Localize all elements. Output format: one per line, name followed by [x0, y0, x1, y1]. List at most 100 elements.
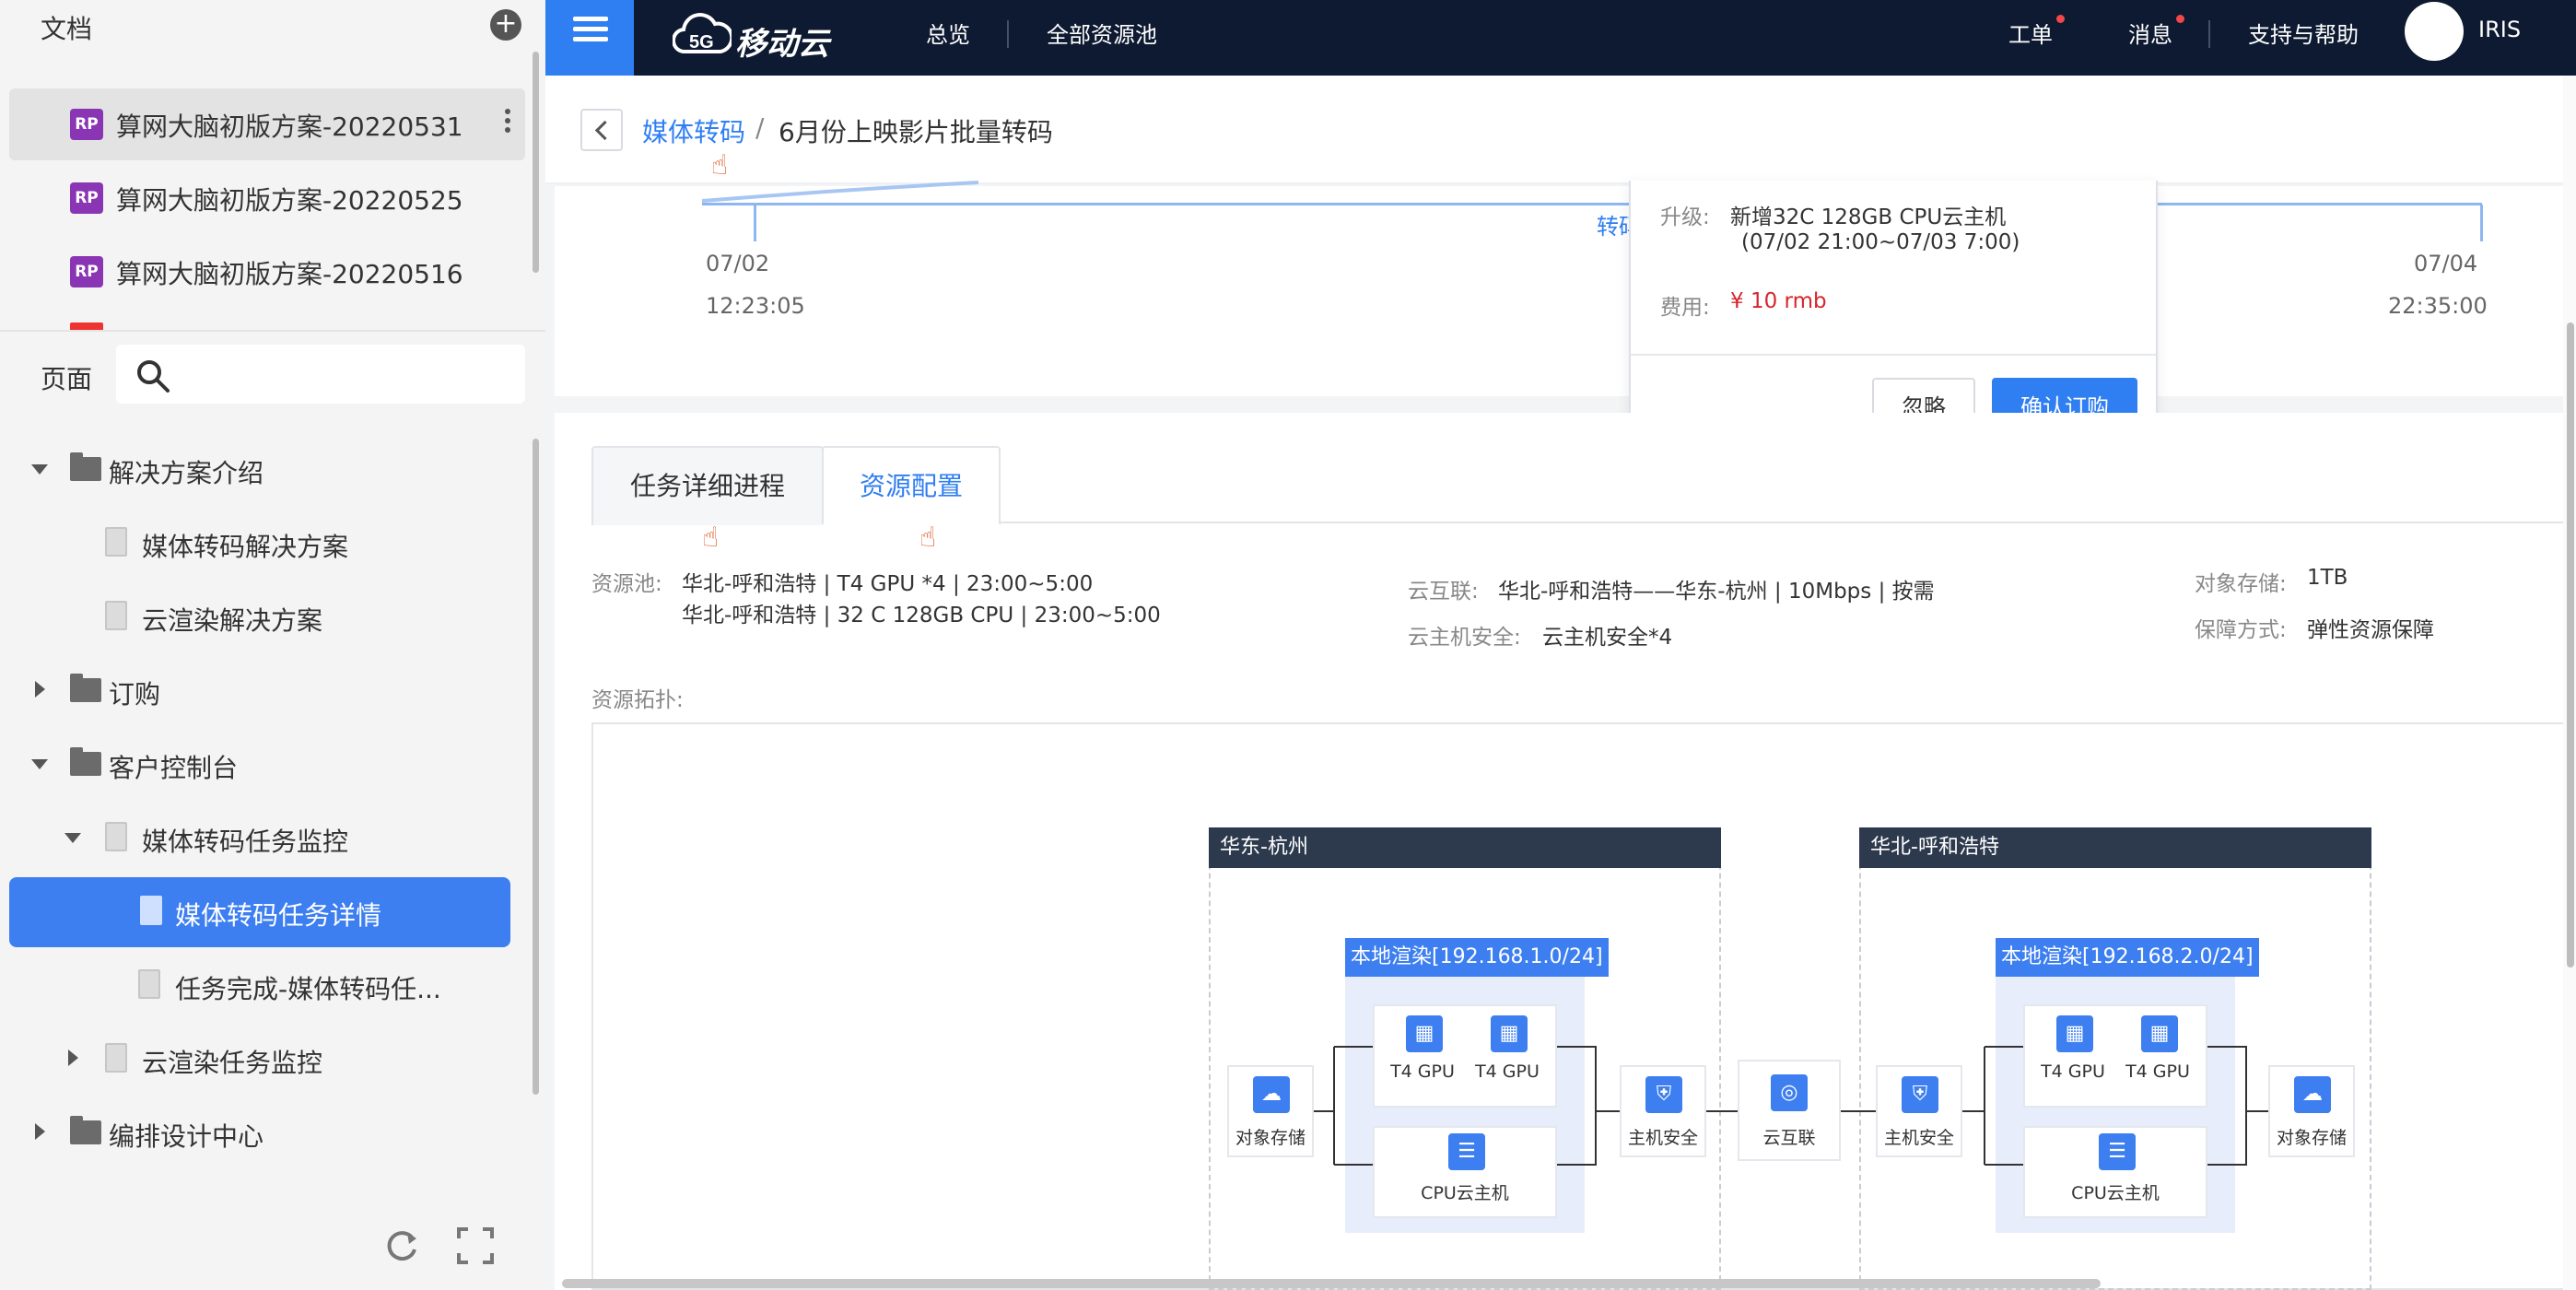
expand-icon[interactable]	[31, 464, 48, 475]
folder-icon	[70, 747, 101, 776]
expand-icon[interactable]	[68, 1050, 78, 1066]
tree-page[interactable]: 媒体转码解决方案	[0, 510, 545, 575]
tree-label: 客户控制台	[109, 753, 239, 783]
tree-page-detail-active[interactable]: 媒体转码任务详情	[9, 877, 510, 947]
doc-label: 算网大脑初版方案-20220516	[116, 259, 463, 289]
tab-task-progress[interactable]: 任务详细进程	[591, 446, 824, 525]
tree-page[interactable]: 云渲染解决方案	[0, 584, 545, 649]
tree-label: 媒体转码任务监控	[142, 827, 349, 857]
nav-divider	[1007, 20, 1009, 48]
add-doc-button[interactable]: +	[490, 9, 521, 41]
docs-scrollbar[interactable]	[533, 52, 539, 273]
page-icon	[105, 527, 127, 557]
hotspot-hand-icon: ☝	[919, 522, 937, 554]
timeline-card	[555, 186, 2563, 396]
region-header: 华北-呼和浩特	[1859, 827, 2371, 868]
host-security-value: 云主机安全*4	[1542, 626, 1673, 650]
tree-label: 任务完成-媒体转码任...	[175, 974, 441, 1004]
doc-label: 算网大脑初版方案-20220531	[116, 111, 463, 142]
tree-page-monitor[interactable]: 媒体转码任务监控	[0, 805, 545, 870]
region-header: 华东-杭州	[1209, 827, 1721, 868]
nav-overview[interactable]: 总览	[926, 17, 970, 49]
breadcrumb-parent-link[interactable]: 媒体转码	[642, 112, 745, 149]
doc-item[interactable]: RP 算网大脑初版方案-20220516	[9, 236, 525, 308]
hotspot-hand-icon: ☝	[711, 149, 729, 182]
refresh-icon[interactable]	[381, 1226, 422, 1266]
tree-label: 云渲染任务监控	[142, 1048, 323, 1078]
page-icon	[140, 896, 162, 925]
rp-file-icon: RP	[70, 109, 103, 140]
tree-label: 订购	[109, 679, 161, 710]
upgrade-period: (07/02 21:00~07/03 7:00)	[1741, 230, 2020, 254]
breadcrumb-current: 6月份上映影片批量转码	[779, 117, 1053, 147]
hotspot-hand-icon: ☝	[702, 522, 720, 554]
host-security-label: 云主机安全:	[1408, 626, 1521, 650]
timeline-start-time: 12:23:05	[706, 293, 805, 319]
tree-page-render-monitor[interactable]: 云渲染任务监控	[0, 1026, 545, 1091]
expand-icon[interactable]	[64, 833, 81, 843]
fullscreen-icon[interactable]	[457, 1227, 494, 1264]
guarantee-label: 保障方式:	[2195, 618, 2287, 642]
avatar[interactable]	[2405, 2, 2464, 61]
tree-page[interactable]: 任务完成-媒体转码任...	[0, 953, 545, 1017]
pages-label: 页面	[41, 364, 93, 394]
doc-label: 算网大脑初版方案-20220525	[116, 185, 463, 216]
tabs-underline	[999, 522, 2563, 523]
nav-divider	[2208, 20, 2210, 48]
tree-folder-console[interactable]: 客户控制台	[0, 732, 545, 796]
tab-resource-config[interactable]: 资源配置	[822, 446, 1001, 525]
user-name[interactable]: IRIS	[2478, 17, 2521, 42]
tree-folder-solutions[interactable]: 解决方案介绍	[0, 437, 545, 501]
doc-item-partial	[70, 322, 103, 330]
page-scrollbar[interactable]	[2567, 322, 2574, 968]
bottom-toolbar	[0, 1198, 545, 1290]
folder-icon	[70, 674, 101, 702]
tree-label: 媒体转码任务详情	[175, 900, 382, 931]
back-button[interactable]	[580, 109, 623, 151]
nav-all-pools[interactable]: 全部资源池	[1047, 17, 1157, 49]
timeline-end-time: 22:35:00	[2388, 293, 2488, 319]
subnet-header: 本地渲染[192.168.2.0/24]	[1996, 938, 2259, 977]
page-icon	[105, 601, 127, 630]
page-search-input[interactable]	[116, 345, 525, 404]
expand-icon[interactable]	[35, 681, 45, 698]
upgrade-label: 升级:	[1660, 205, 1710, 229]
nav-help[interactable]: 支持与帮助	[2248, 17, 2359, 49]
topology-label: 资源拓扑:	[591, 688, 684, 712]
interconnect-label: 云互联:	[1408, 580, 1479, 604]
interconnect-value: 华北-呼和浩特——华东-杭州 | 10Mbps | 按需	[1498, 580, 1935, 604]
doc-item[interactable]: RP 算网大脑初版方案-20220525	[9, 162, 525, 234]
nav-tickets[interactable]: 工单	[2008, 17, 2053, 49]
expand-icon[interactable]	[31, 759, 48, 769]
tree-label: 媒体转码解决方案	[142, 532, 349, 562]
doc-item[interactable]: RP 算网大脑初版方案-20220531	[9, 88, 525, 160]
tree-label: 编排设计中心	[109, 1121, 264, 1152]
upgrade-value: 新增32C 128GB CPU云主机	[1730, 205, 2007, 229]
breadcrumb-separator: /	[755, 112, 765, 143]
notification-dot	[2176, 15, 2184, 23]
rp-file-icon: RP	[70, 256, 103, 287]
timeline-start-date: 07/02	[706, 251, 770, 276]
tree-folder-order[interactable]: 订购	[0, 658, 545, 722]
topology-wires	[1314, 1046, 2268, 1166]
pages-scrollbar[interactable]	[533, 439, 539, 1095]
logo-badge: 5G	[689, 32, 714, 53]
tree-folder-design[interactable]: 编排设计中心	[0, 1100, 545, 1165]
rp-file-icon: RP	[70, 182, 103, 214]
guarantee-value: 弹性资源保障	[2307, 618, 2434, 642]
popup-divider	[1631, 354, 2156, 356]
cloud-logo-icon: 5G	[673, 13, 732, 54]
brand-name: 移动云	[735, 26, 829, 63]
storage-label: 对象存储:	[2195, 572, 2287, 596]
pool-label: 资源池:	[591, 572, 662, 596]
nav-messages[interactable]: 消息	[2128, 17, 2172, 49]
hamburger-menu-button[interactable]	[545, 0, 634, 76]
pool-line2: 华北-呼和浩特 | 32 C 128GB CPU | 23:00~5:00	[682, 604, 1161, 627]
folder-icon	[70, 452, 101, 481]
cost-label: 费用:	[1660, 296, 1710, 320]
more-options-icon[interactable]	[503, 105, 512, 142]
expand-icon[interactable]	[35, 1123, 45, 1140]
horizontal-scrollbar[interactable]	[562, 1279, 2101, 1288]
page-icon	[105, 822, 127, 851]
notification-dot	[2056, 15, 2065, 23]
